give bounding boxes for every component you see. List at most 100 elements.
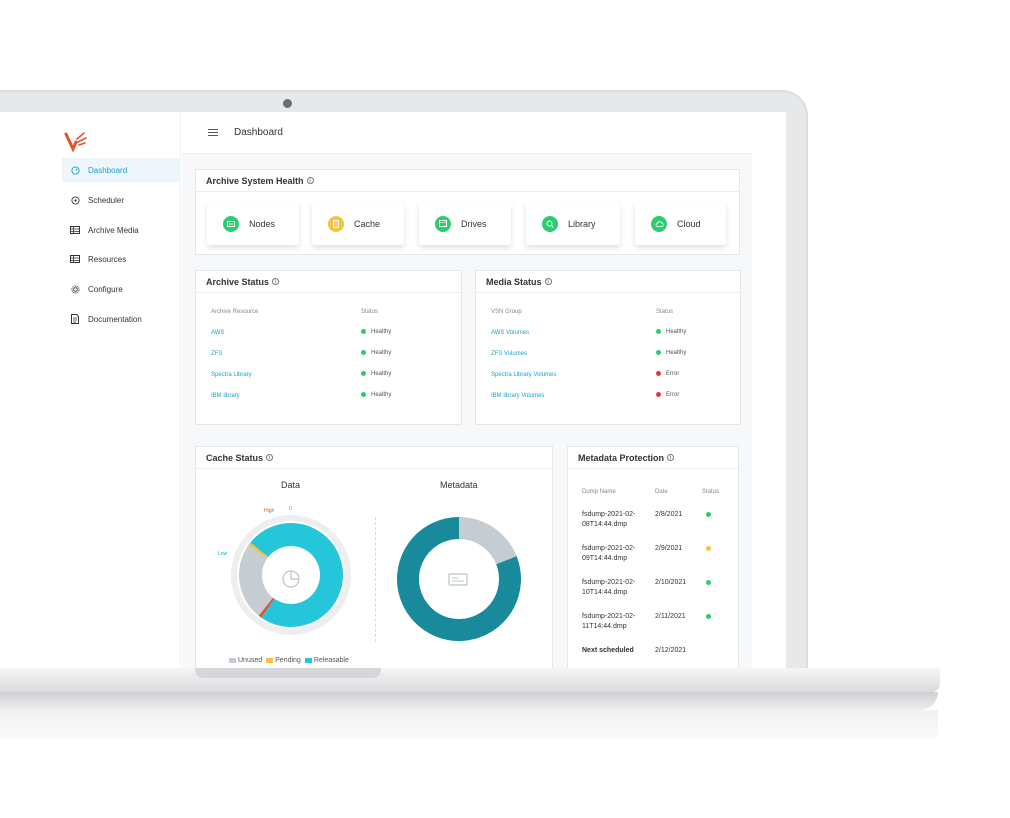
health-library-button[interactable]: Library: [526, 202, 620, 245]
column-header: Date: [655, 489, 668, 495]
legend-label: Unused: [238, 657, 263, 664]
health-title: Archive System Health: [206, 175, 304, 186]
status-cell: Healthy: [656, 322, 731, 343]
sidebar-item-dashboard[interactable]: Dashboard: [62, 158, 181, 182]
legend-swatch: [229, 657, 236, 663]
archive-status-card: Archive Status i Archive Resource Status …: [195, 270, 462, 425]
table-header: VSN Group Status: [491, 301, 731, 322]
vsn-group-link[interactable]: IBM library Volumes: [491, 385, 656, 406]
status-dot: [656, 392, 661, 398]
info-icon[interactable]: i: [272, 278, 280, 285]
dump-name-part: 10T14:44.dmp: [582, 589, 628, 596]
next-scheduled-date: 2/12/2021: [655, 647, 687, 654]
vsn-group-link[interactable]: AWS Volumes: [491, 322, 656, 343]
status-dot: [361, 329, 366, 335]
sidebar-item-configure[interactable]: Configure: [62, 277, 181, 301]
status-cell: Error: [656, 364, 731, 385]
dashboard-icon: [70, 165, 80, 175]
brand-logo: [64, 132, 87, 152]
clock-icon: [70, 195, 80, 205]
legend-item: Pending: [266, 657, 301, 664]
status-dot: [656, 371, 661, 377]
dump-name-part: fsdump-2021-02-: [582, 545, 636, 552]
column-header: Status: [361, 308, 379, 315]
dump-date: 2/11/2021: [655, 613, 686, 620]
dump-name-part: 11T14:44.dmp: [582, 623, 627, 630]
status-text: Healthy: [371, 392, 392, 399]
sidebar-item-resources[interactable]: Resources: [62, 247, 181, 271]
column-header: Dump Name: [582, 489, 616, 495]
storage-card-icon: [448, 573, 468, 586]
status-dot: [361, 371, 366, 377]
data-label-high: High: [264, 508, 275, 514]
status-text: Healthy: [371, 371, 392, 378]
dump-name: fsdump-2021-02- 11T14:44.dmp: [578, 605, 651, 639]
media-status-card: Media Status i VSN Group Status AWS Volum…: [475, 270, 741, 425]
status-cell: Healthy: [361, 322, 451, 343]
sidebar-item-scheduler[interactable]: Scheduler: [62, 188, 181, 212]
health-cloud-button[interactable]: Cloud: [635, 202, 726, 245]
cache-charts-svg: High 0 Low: [218, 506, 521, 641]
health-label: Cache: [354, 218, 381, 229]
resource-link[interactable]: AWS: [211, 322, 361, 343]
sidebar-item-label: Documentation: [88, 314, 142, 324]
health-cache-button[interactable]: Cache: [312, 202, 404, 245]
legend-label: Pending: [275, 657, 301, 664]
info-icon[interactable]: i: [667, 454, 675, 461]
vsn-group-link[interactable]: Spectra Library Volumes: [491, 364, 656, 385]
cache-status-card: Cache Statusi Data Metadata High 0 Low: [195, 446, 553, 668]
health-label: Cloud: [677, 218, 701, 229]
column-header: Status: [656, 308, 674, 315]
donut-slice-unused[interactable]: [459, 517, 517, 565]
resource-link[interactable]: IBM library: [211, 385, 361, 406]
status-cell: [698, 605, 733, 639]
laptop-reflection: [0, 710, 938, 738]
status-text: Error: [666, 371, 680, 378]
info-icon[interactable]: i: [306, 177, 314, 184]
table-row: Spectra Library Healthy: [211, 364, 451, 385]
column-header: Archive Resource: [211, 308, 259, 315]
table-row: Spectra Library Volumes Error: [491, 364, 731, 385]
status-cell: [698, 503, 733, 537]
dump-name-part: fsdump-2021-02-: [582, 613, 636, 620]
status-dot: [656, 350, 661, 356]
dump-date: 2/8/2021: [655, 511, 683, 518]
metadata-donut: [397, 517, 521, 641]
resource-link[interactable]: ZFS: [211, 343, 361, 364]
sidebar-item-label: Dashboard: [88, 165, 128, 175]
status-cell: Error: [656, 385, 731, 406]
sidebar-item-archive-media[interactable]: Archive Media: [62, 218, 181, 242]
info-icon[interactable]: i: [544, 278, 552, 285]
laptop-base-edge: [0, 692, 938, 710]
status-dot: [706, 511, 711, 517]
resource-link[interactable]: Spectra Library: [211, 364, 361, 385]
table-row: ZFS Volumes Healthy: [491, 343, 731, 364]
document-icon: [70, 314, 80, 324]
status-cell: [698, 639, 733, 663]
status-text: Healthy: [666, 350, 687, 357]
menu-icon[interactable]: [208, 129, 218, 136]
health-drives-button[interactable]: Drives: [419, 202, 511, 245]
pie-chart-icon: [282, 570, 300, 588]
metadata-protection-table: Dump Name Date Status fsdump-2021-02- 08T…: [578, 481, 733, 663]
dump-name-part: fsdump-2021-02-: [582, 579, 636, 586]
table-row: AWS Volumes Healthy: [491, 322, 731, 343]
status-dot: [706, 613, 711, 619]
webcam: [283, 99, 292, 108]
status-dot: [706, 545, 711, 551]
laptop-base: [0, 668, 940, 692]
archive-icon: [70, 225, 80, 235]
sidebar-item-label: Configure: [88, 284, 123, 294]
health-nodes-button[interactable]: Nodes: [207, 202, 299, 245]
status-cell: Healthy: [361, 364, 451, 385]
database-icon: [328, 215, 344, 232]
server-icon: [223, 215, 239, 232]
vsn-group-link[interactable]: ZFS Volumes: [491, 343, 656, 364]
stage: Dashboard Scheduler Archive Media Resour…: [0, 0, 1010, 818]
dump-date: 2/10/2021: [655, 579, 687, 586]
sidebar-item-documentation[interactable]: Documentation: [62, 307, 181, 331]
data-label-zero: 0: [289, 506, 292, 512]
library-search-icon: [542, 215, 558, 232]
status-text: Healthy: [371, 350, 392, 357]
table-row: IBM library Volumes Error: [491, 385, 731, 406]
